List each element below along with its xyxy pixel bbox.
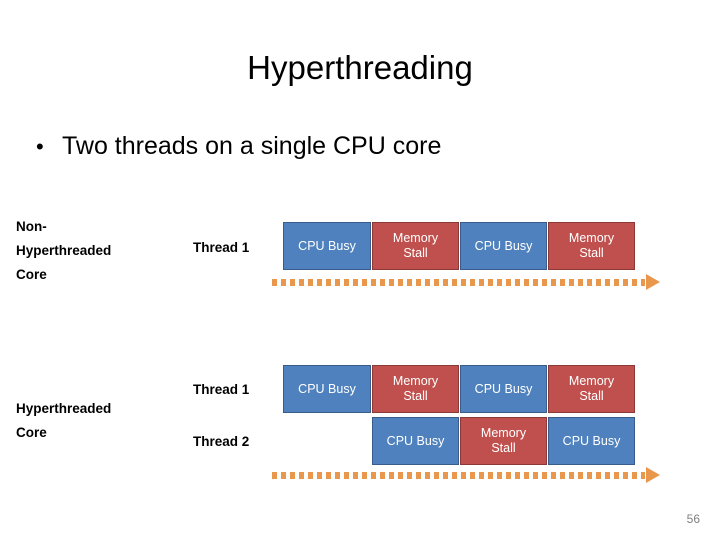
page-title: Hyperthreading bbox=[247, 49, 473, 86]
timeline-block-cpu-busy: CPU Busy bbox=[283, 365, 371, 413]
timeline-block-cpu-busy: CPU Busy bbox=[460, 365, 547, 413]
bullet-item-label: Two threads on a single CPU core bbox=[62, 132, 442, 160]
thread-label-ht-thread-1: Thread 1 bbox=[193, 382, 250, 397]
timeline-block-cpu-busy: CPU Busy bbox=[548, 417, 635, 465]
timeline-block-memory-stall: Memory Stall bbox=[460, 417, 547, 465]
bullet-list-item: • Two threads on a single CPU core bbox=[36, 130, 684, 162]
timeline-block-cpu-busy: CPU Busy bbox=[372, 417, 459, 465]
timeline-block-cpu-busy: CPU Busy bbox=[460, 222, 547, 270]
timeline-block-memory-stall: Memory Stall bbox=[372, 365, 459, 413]
timeline-arrow-shaft bbox=[272, 278, 645, 286]
thread-label-ht-thread-2: Thread 2 bbox=[193, 434, 250, 449]
slide: Hyperthreading • Two threads on a single… bbox=[0, 0, 720, 540]
thread-label-non-ht-thread-1: Thread 1 bbox=[193, 240, 250, 255]
timeline-arrow-hyperthreaded bbox=[272, 467, 660, 483]
timeline-block-memory-stall: Memory Stall bbox=[548, 365, 635, 413]
timeline-block-cpu-busy: CPU Busy bbox=[283, 222, 371, 270]
page-number: 56 bbox=[686, 512, 700, 526]
section-label-hyperthreaded-core: Hyperthreaded Core bbox=[16, 401, 112, 440]
bullet-marker-icon: • bbox=[36, 134, 44, 159]
timeline-arrow-head-icon bbox=[646, 274, 660, 290]
timeline-arrow-head-icon bbox=[646, 467, 660, 483]
timeline-block-memory-stall: Memory Stall bbox=[372, 222, 459, 270]
timeline-arrow-shaft bbox=[272, 471, 645, 479]
timeline-block-memory-stall: Memory Stall bbox=[548, 222, 635, 270]
timeline-arrow-non-hyperthreaded bbox=[272, 274, 660, 290]
section-label-non-hyperthreaded-core: Non- Hyperthreaded Core bbox=[16, 219, 112, 282]
